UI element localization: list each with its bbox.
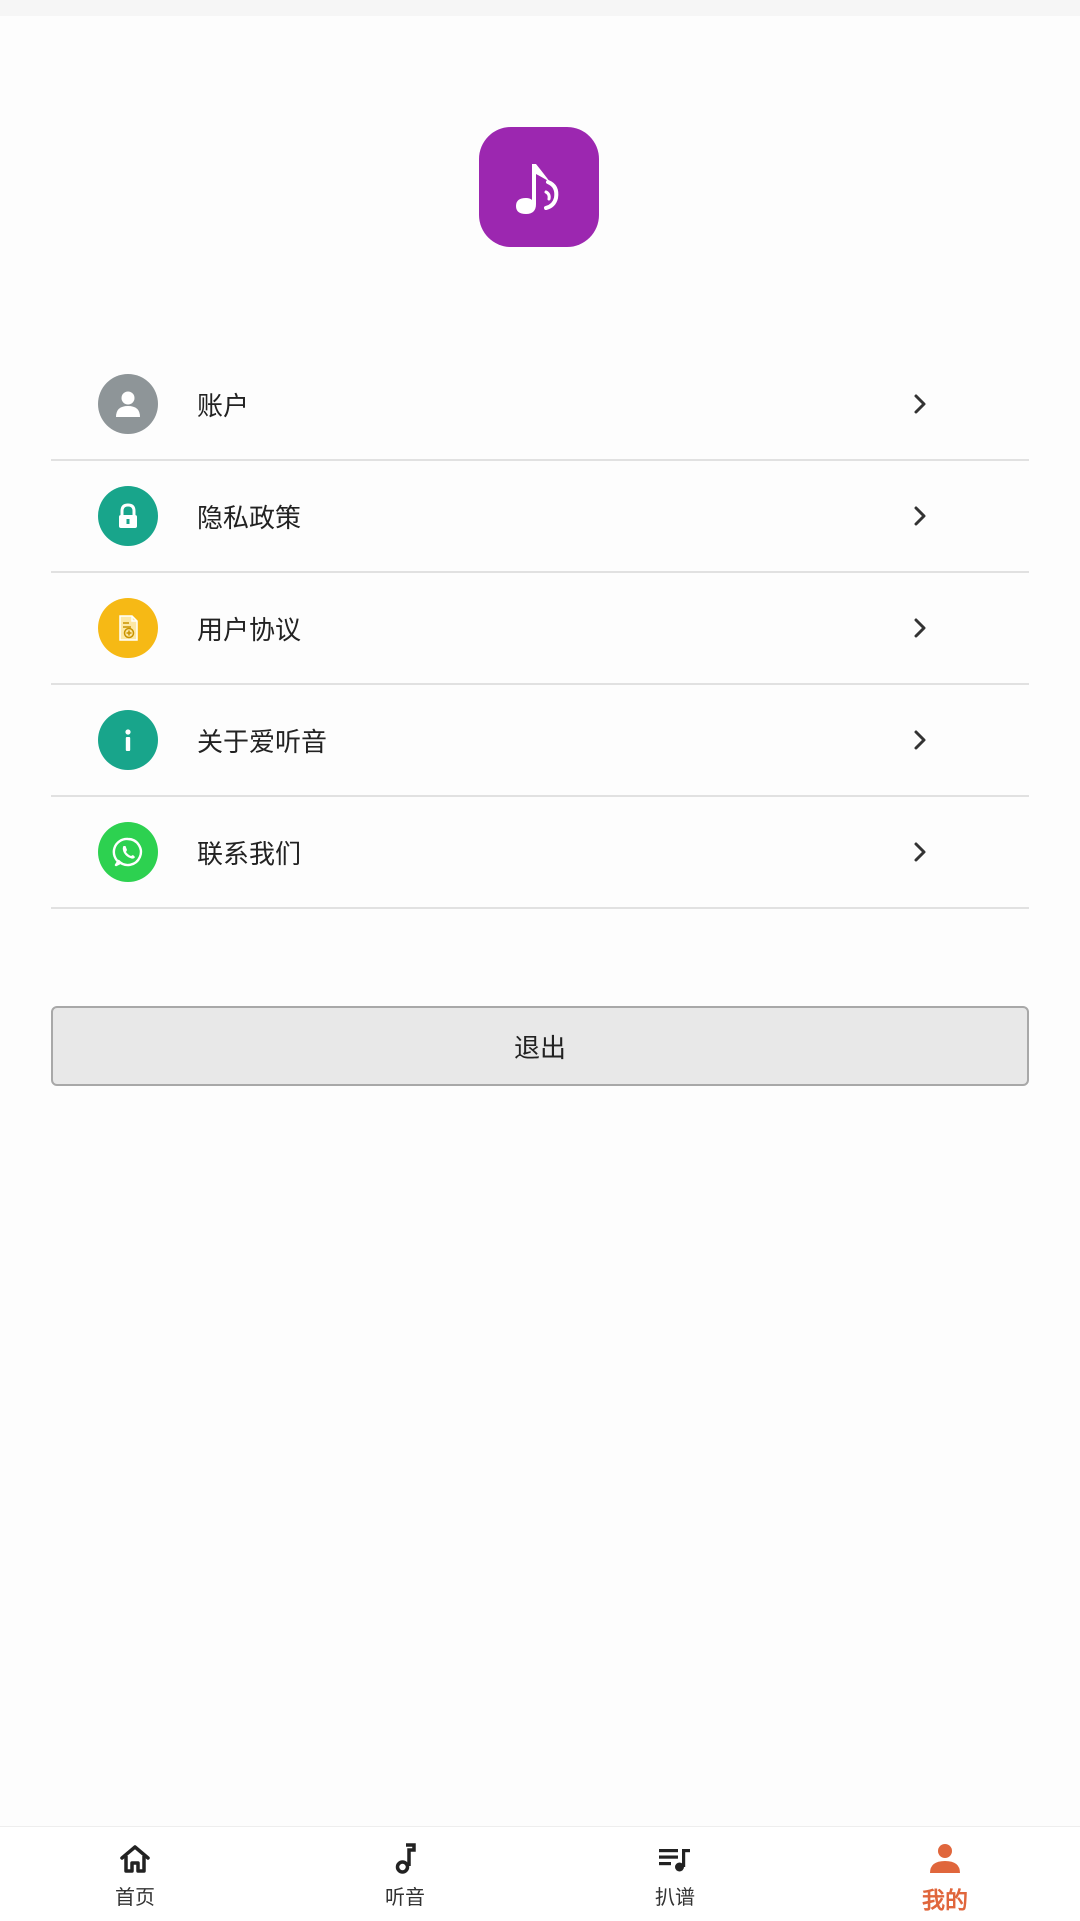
menu-item-label: 关于爱听音 (197, 727, 328, 758)
menu-item-label: 隐私政策 (197, 503, 302, 534)
playlist-music-icon (657, 1841, 693, 1877)
menu-item-label: 用户协议 (197, 615, 302, 646)
tab-label: 我的 (922, 1888, 968, 1914)
menu-item-account[interactable]: 账户 (51, 349, 1029, 461)
home-icon (117, 1841, 153, 1877)
settings-menu: 账户 隐私政策 用户协议 关于爱听音 联系我们 (51, 349, 1029, 909)
bottom-navigation: 首页 听音 扒谱 我的 (0, 1826, 1080, 1921)
document-icon (98, 598, 158, 658)
user-icon (98, 374, 158, 434)
menu-item-label: 联系我们 (197, 839, 302, 870)
chevron-right-icon (908, 728, 932, 752)
tab-home[interactable]: 首页 (0, 1827, 270, 1921)
tab-label: 听音 (385, 1885, 425, 1909)
info-icon (98, 710, 158, 770)
lock-icon (98, 486, 158, 546)
tab-label: 扒谱 (655, 1885, 695, 1909)
chevron-right-icon (908, 616, 932, 640)
person-icon (927, 1841, 963, 1877)
menu-item-about[interactable]: 关于爱听音 (51, 685, 1029, 797)
menu-item-label: 账户 (197, 391, 250, 422)
tab-transcribe[interactable]: 扒谱 (540, 1827, 810, 1921)
menu-item-user-agreement[interactable]: 用户协议 (51, 573, 1029, 685)
menu-item-privacy-policy[interactable]: 隐私政策 (51, 461, 1029, 573)
menu-item-contact-us[interactable]: 联系我们 (51, 797, 1029, 909)
tab-label: 首页 (115, 1885, 155, 1909)
status-bar (0, 0, 1080, 16)
whatsapp-icon (98, 822, 158, 882)
tab-mine[interactable]: 我的 (810, 1827, 1080, 1921)
music-note-ear-icon (516, 164, 559, 214)
app-logo (479, 127, 599, 247)
chevron-right-icon (908, 392, 932, 416)
chevron-right-icon (908, 840, 932, 864)
music-note-icon (387, 1841, 423, 1877)
logout-button[interactable]: 退出 (51, 1006, 1029, 1086)
tab-listen[interactable]: 听音 (270, 1827, 540, 1921)
chevron-right-icon (908, 504, 932, 528)
